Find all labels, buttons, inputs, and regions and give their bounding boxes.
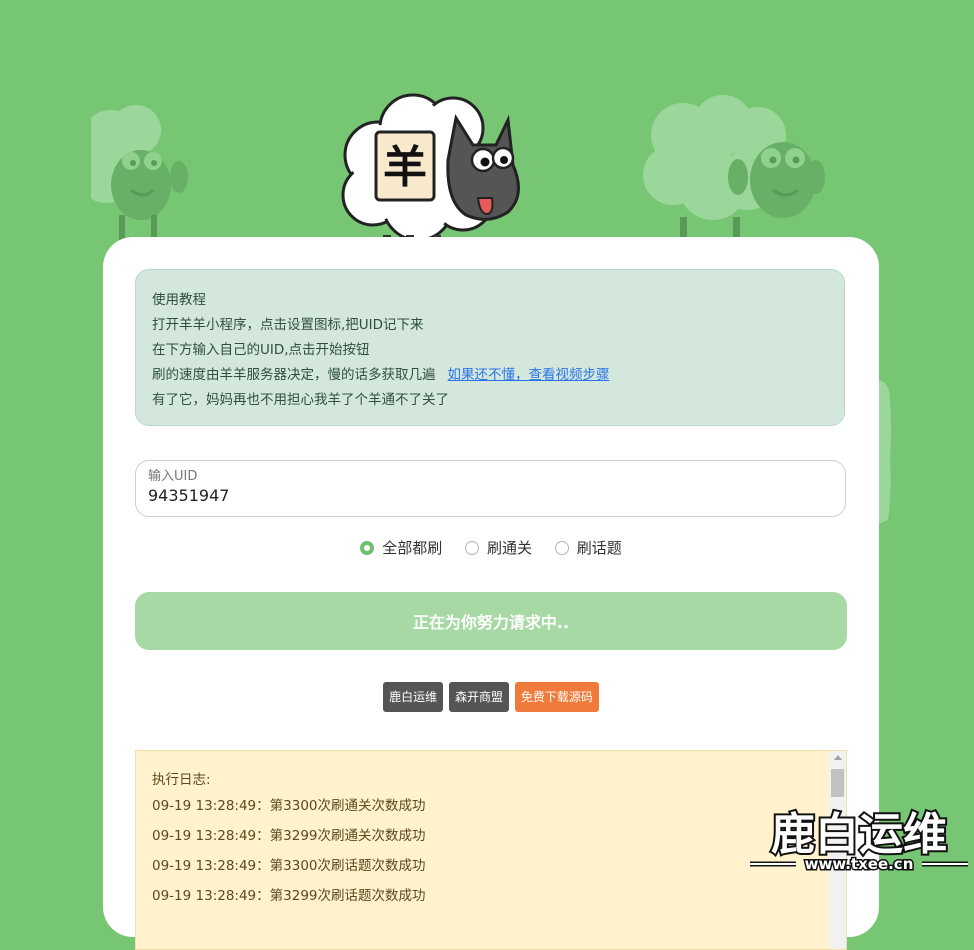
scrollbar-thumb[interactable] [831,769,844,797]
log-entry: 09-19 13:28:49：第3300次刷话题次数成功 [152,858,426,874]
radio-all[interactable]: 全部都刷 [360,537,442,558]
background-sheep-right [643,95,825,240]
log-entry: 09-19 13:28:49：第3299次刷通关次数成功 [152,828,426,844]
link-tags: 鹿白运维 森开商盟 免费下载源码 [103,682,879,712]
tutorial-box: 使用教程 打开羊羊小程序，点击设置图标,把UID记下来 在下方输入自己的UID,… [135,269,845,426]
mode-radio-group: 全部都刷 刷通关 刷话题 [103,537,879,559]
tutorial-step-3: 刷的速度由羊羊服务器决定，慢的话多获取几遍 如果还不懂，查看视频步骤 [152,367,610,383]
uid-input-field[interactable]: 输入UID 94351947 [135,460,846,517]
watermark-url: www.txee.cn [805,855,914,873]
tutorial-step-1: 打开羊羊小程序，点击设置图标,把UID记下来 [152,317,424,333]
mascot-glyph: 羊 [383,142,427,193]
log-entry: 09-19 13:28:49：第3299次刷话题次数成功 [152,888,426,904]
background-sheep-left [91,105,188,240]
radio-unchecked-icon [464,540,479,555]
tutorial-step-2: 在下方输入自己的UID,点击开始按钮 [152,342,370,358]
execution-log: 执行日志: 09-19 13:28:49：第3300次刷通关次数成功 09-19… [135,750,847,950]
tag-lubai-ops[interactable]: 鹿白运维 [383,682,444,712]
log-entry: 09-19 13:28:49：第3300次刷通关次数成功 [152,798,426,814]
watermark-logo: 鹿白运维 www.txee.cn [750,807,968,875]
start-button[interactable]: 正在为你努力请求中.. [135,592,847,650]
uid-input-value[interactable]: 94351947 [148,485,833,507]
tag-senkai[interactable]: 森开商盟 [448,682,509,712]
uid-input-label: 输入UID [148,469,198,484]
scroll-up-arrow-icon[interactable] [834,755,842,760]
tutorial-step-4: 有了它，妈妈再也不用担心我羊了个羊通不了关了 [152,392,449,408]
radio-unchecked-icon [554,540,569,555]
video-tutorial-link[interactable]: 如果还不懂，查看视频步骤 [448,367,610,383]
log-title: 执行日志: [152,772,211,788]
tag-download-source[interactable]: 免费下载源码 [514,682,599,712]
tutorial-title: 使用教程 [152,292,206,308]
radio-checked-icon [360,540,375,555]
sheep-mascot-logo: 羊 [341,93,520,250]
radio-topic[interactable]: 刷话题 [554,537,622,558]
radio-pass-level[interactable]: 刷通关 [464,537,532,558]
watermark-title: 鹿白运维 [771,809,947,860]
